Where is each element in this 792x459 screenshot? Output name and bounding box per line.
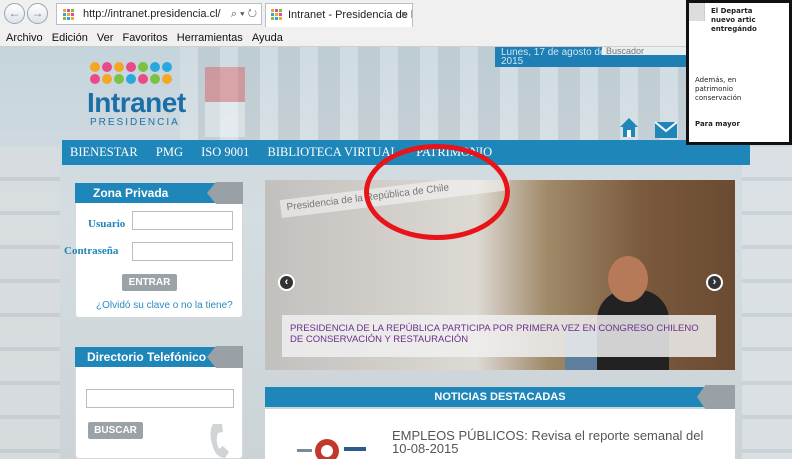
browser-tab[interactable]: Intranet - Presidencia de la ... × (265, 3, 413, 27)
flag-decoration (205, 67, 245, 137)
popup-line6: conservación (695, 94, 742, 102)
menu-herramientas[interactable]: Herramientas (177, 29, 243, 47)
contrasena-label: Contraseña (64, 245, 119, 257)
nav-iso9001[interactable]: ISO 9001 (201, 145, 249, 159)
date-bar: Lunes, 17 de agosto de 2015 Buscador (495, 47, 695, 67)
directorio-header: Directorio Telefónico (75, 346, 243, 368)
nav-bienestar[interactable]: BIENESTAR (70, 145, 138, 159)
address-bar[interactable]: http://intranet.presidencia.cl/ ⌕ ▾ ↻ (56, 3, 262, 25)
phone-icon (210, 424, 229, 458)
menu-ver[interactable]: Ver (97, 29, 114, 47)
logo-title[interactable]: Intranet (87, 87, 186, 119)
menu-favoritos[interactable]: Favoritos (122, 29, 167, 47)
zona-privada-title: Zona Privada (93, 186, 169, 200)
site-search-input[interactable]: Buscador (602, 47, 690, 56)
logo-dots-icon (90, 62, 174, 84)
buscar-button[interactable]: BUSCAR (88, 422, 143, 439)
left-background (0, 147, 60, 459)
directorio-search-input[interactable] (86, 389, 234, 408)
menu-ayuda[interactable]: Ayuda (252, 29, 283, 47)
site-favicon-icon (63, 9, 75, 21)
popup-line3: entregándo (711, 25, 757, 33)
tab-close-icon[interactable]: × (401, 4, 407, 26)
slider-next-icon[interactable]: › (706, 274, 723, 291)
right-background (742, 147, 792, 459)
noticias-header: NOTICIAS DESTACADAS (265, 385, 735, 409)
news-item-title[interactable]: EMPLEOS PÚBLICOS: Revisa el reporte sema… (392, 429, 712, 455)
page-content: Intranet PRESIDENCIA Lunes, 17 de agosto… (0, 47, 792, 459)
phone-book-icon (207, 346, 243, 368)
back-button[interactable]: ← (4, 3, 25, 24)
menu-edicion[interactable]: Edición (52, 29, 88, 47)
popup-line2: nuevo artic (711, 16, 756, 24)
slider-person-head (608, 256, 648, 302)
directorio-title: Directorio Telefónico (87, 350, 207, 364)
popup-line1: El Departa (711, 7, 753, 15)
popup-line4: Además, en (695, 76, 737, 84)
browser-chrome: ← → http://intranet.presidencia.cl/ ⌕ ▾ … (0, 0, 792, 47)
logo-subtitle: PRESIDENCIA (90, 117, 180, 128)
menu-bar: Archivo Edición Ver Favoritos Herramient… (0, 29, 283, 47)
forward-button[interactable]: → (27, 3, 48, 24)
home-icon[interactable] (620, 117, 638, 137)
entrar-button[interactable]: ENTRAR (122, 274, 177, 291)
nav-biblioteca[interactable]: BIBLIOTECA VIRTUAL (268, 145, 399, 159)
contrasena-input[interactable] (132, 242, 233, 261)
tab-favicon-icon (271, 9, 283, 21)
gear-icon (689, 3, 705, 21)
forgot-password-link[interactable]: ¿Olvidó su clave o no la tiene? (96, 300, 233, 311)
address-url: http://intranet.presidencia.cl/ (83, 8, 221, 20)
slider-prev-icon[interactable]: ‹ (278, 274, 295, 291)
annotation-ellipse (364, 144, 510, 240)
nav-pmg[interactable]: PMG (156, 145, 183, 159)
usuario-label: Usuario (88, 218, 126, 230)
popup-line7: Para mayor (695, 120, 740, 128)
slider-caption[interactable]: PRESIDENCIA DE LA REPÚBLICA PARTICIPA PO… (282, 315, 716, 357)
news-thumbnail[interactable] (292, 429, 372, 459)
zona-privada-header: Zona Privada (75, 182, 243, 204)
mail-icon[interactable] (655, 122, 677, 138)
noticias-title: NOTICIAS DESTACADAS (434, 391, 566, 403)
menu-archivo[interactable]: Archivo (6, 29, 43, 47)
popup-line5: patrimonio (695, 85, 734, 93)
tab-title: Intranet - Presidencia de la ... (288, 9, 412, 21)
key-icon (207, 182, 243, 204)
date-line2: 2015 (501, 56, 524, 67)
article-popup: El Departa nuevo artic entregándo Además… (686, 0, 792, 145)
usuario-input[interactable] (132, 211, 233, 230)
notepad-icon (697, 385, 735, 409)
address-controls-icon[interactable]: ⌕ ▾ ↻ (231, 4, 257, 24)
